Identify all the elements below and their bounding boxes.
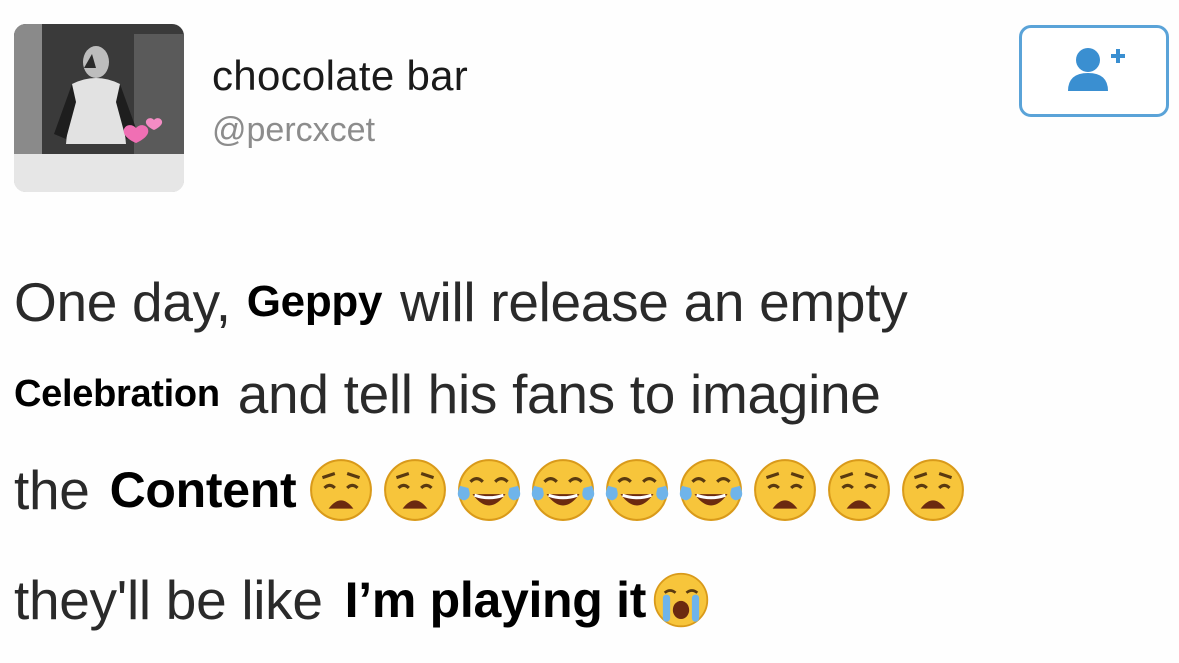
loudly-crying-face-icon xyxy=(653,572,709,628)
tweet-line-3: the Content xyxy=(14,457,966,523)
avatar-photo xyxy=(14,24,184,192)
weary-face-icon xyxy=(384,459,447,521)
user-handle[interactable]: @percxcet xyxy=(212,111,375,150)
tears-of-joy-icon xyxy=(458,459,521,521)
avatar[interactable] xyxy=(14,24,184,192)
overlay-bold-text: Content xyxy=(109,462,297,518)
tweet-line-2: Celebration and tell his fans to imagine xyxy=(14,362,881,426)
weary-face-icon xyxy=(310,459,373,521)
tweet-card: chocolate bar @percxcet One day, Geppy w… xyxy=(0,0,1179,663)
follow-button[interactable] xyxy=(1019,25,1169,117)
weary-face-icon xyxy=(902,459,965,521)
weary-face-icon xyxy=(754,459,817,521)
display-name[interactable]: chocolate bar xyxy=(212,52,468,100)
overlay-bold-text: I’m playing it xyxy=(344,572,647,628)
tears-of-joy-icon xyxy=(532,459,595,521)
add-user-icon xyxy=(1068,48,1125,91)
weary-face-icon xyxy=(828,459,891,521)
tweet-text: One day, xyxy=(14,271,231,333)
overlay-bold-text: Celebration xyxy=(14,372,220,415)
tweet-text: will release an empty xyxy=(400,271,908,333)
emoji-row xyxy=(308,457,966,523)
tweet-text: the xyxy=(14,459,90,521)
tweet-line-4: they'll be like I’m playing it xyxy=(14,568,710,632)
tweet-line-1: One day, Geppy will release an empty xyxy=(14,270,908,334)
tears-of-joy-icon xyxy=(680,459,743,521)
overlay-bold-text: Geppy xyxy=(246,277,383,326)
tweet-text: they'll be like xyxy=(14,569,323,631)
tweet-text: and tell his fans to imagine xyxy=(237,363,881,425)
tears-of-joy-icon xyxy=(606,459,669,521)
